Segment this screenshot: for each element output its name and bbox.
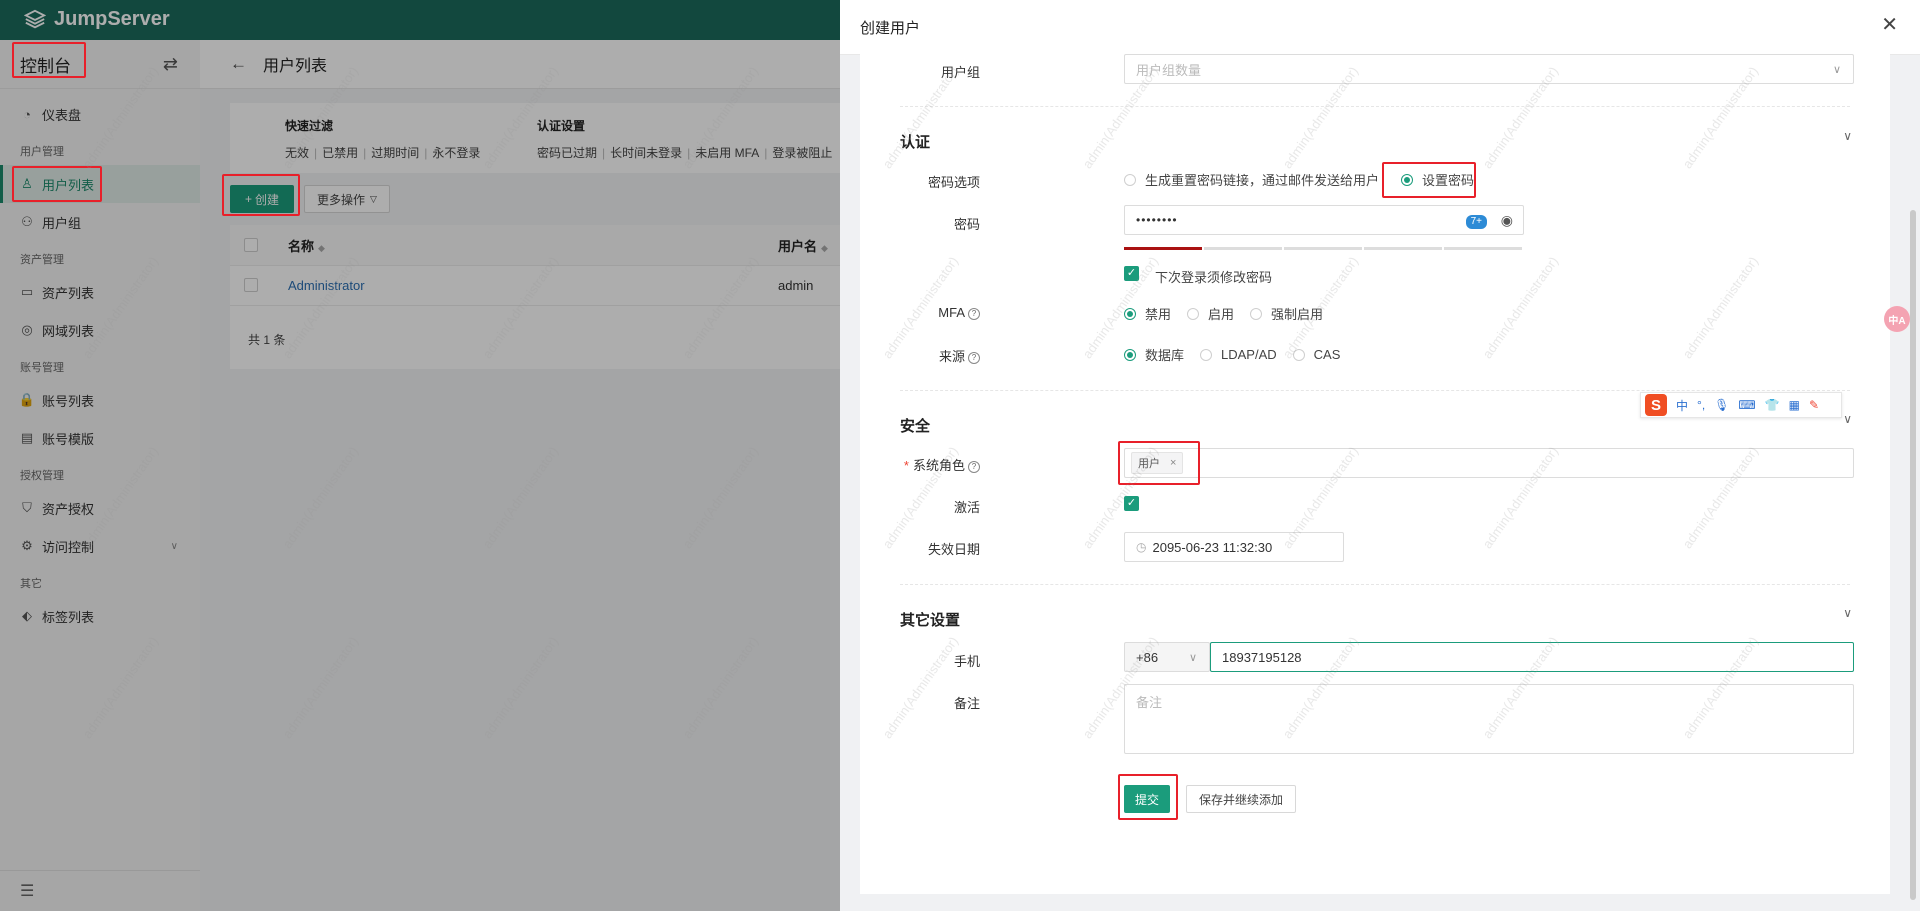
ime-punctuation-icon[interactable]: °,	[1697, 398, 1705, 412]
close-icon[interactable]: ✕	[1881, 15, 1898, 35]
section-divider	[900, 390, 1850, 391]
modal-overlay[interactable]	[0, 0, 840, 911]
ime-tool-icon[interactable]: ✎	[1809, 398, 1819, 412]
radio-label: 强制启用	[1271, 307, 1324, 322]
radio-label: 启用	[1208, 307, 1235, 322]
chevron-down-icon: ∨	[1832, 63, 1841, 76]
password-option-label: 密码选项	[927, 175, 980, 190]
password-value: ••••••••	[1136, 213, 1178, 227]
expire-date-label: 失效日期	[927, 542, 980, 557]
mfa-radio-1[interactable]: 启用	[1187, 304, 1234, 323]
security-section-title: 安全	[900, 418, 931, 435]
note-textarea[interactable]: 备注	[1124, 684, 1854, 754]
phone-label: 手机	[953, 654, 980, 669]
ime-grid-icon[interactable]: ▦	[1789, 398, 1800, 412]
user-group-placeholder: 用户组数量	[1136, 62, 1202, 78]
chevron-down-icon: ∨	[1188, 651, 1197, 664]
password-label: 密码	[953, 217, 980, 232]
radio-dot	[1124, 348, 1136, 361]
ime-skin-icon[interactable]: 👕	[1765, 398, 1780, 412]
strength-segment	[1124, 247, 1202, 250]
sogou-ime-logo-icon[interactable]: S	[1645, 394, 1667, 416]
ime-chinese-mode[interactable]: 中	[1676, 397, 1688, 414]
mfa-radio-0[interactable]: 禁用	[1124, 304, 1171, 323]
active-label: 激活	[953, 500, 980, 515]
ime-toolbar[interactable]: S 中 °, 🎙 ⌨ 👕 ▦ ✎	[1640, 392, 1842, 418]
radio-label: 数据库	[1145, 348, 1185, 363]
other-section-title: 其它设置	[900, 612, 961, 629]
password-length-badge: 7+	[1465, 215, 1487, 229]
must-change-password-checkbox[interactable]: ✓	[1124, 266, 1139, 281]
submit-button[interactable]: 提交	[1124, 785, 1170, 813]
active-checkbox[interactable]: ✓	[1124, 496, 1139, 511]
password-input[interactable]: •••••••• 7+ ◉	[1124, 205, 1524, 235]
strength-segment	[1204, 247, 1282, 250]
note-placeholder: 备注	[1136, 695, 1163, 710]
drawer-scrollbar[interactable]	[1910, 210, 1916, 900]
radio-reset-password-link[interactable]: 生成重置密码链接，通过邮件发送给用户	[1124, 170, 1379, 189]
radio-dot	[1292, 348, 1305, 361]
other-collapse-chevron-icon[interactable]: ∨	[1843, 606, 1852, 620]
radio-dot	[1250, 307, 1263, 320]
auth-section-title: 认证	[900, 134, 931, 151]
radio-dot	[1124, 307, 1136, 320]
source-radio-group: 数据库 LDAP/AD CAS	[1124, 345, 1356, 364]
phone-code-select[interactable]: +86 ∨	[1124, 642, 1210, 672]
role-tag: 用户 ×	[1131, 452, 1184, 474]
translate-icon[interactable]: 中A	[1884, 306, 1910, 332]
help-icon: ?	[968, 461, 980, 473]
mfa-radio-group: 禁用 启用 强制启用	[1124, 304, 1339, 323]
help-icon: ?	[968, 308, 980, 320]
ime-keyboard-icon[interactable]: ⌨	[1738, 398, 1755, 412]
radio-label: CAS	[1313, 347, 1341, 362]
source-radio-0[interactable]: 数据库	[1124, 345, 1184, 364]
strength-segment	[1444, 247, 1522, 250]
security-collapse-chevron-icon[interactable]: ∨	[1843, 412, 1852, 426]
expire-date-picker[interactable]: ◷ 2095-06-23 11:32:30	[1124, 532, 1344, 562]
must-change-password-label: 下次登录须修改密码	[1155, 270, 1273, 285]
strength-segment	[1284, 247, 1362, 250]
eye-off-icon[interactable]: ◉	[1501, 212, 1513, 229]
source-radio-2[interactable]: CAS	[1292, 345, 1341, 364]
mfa-label: MFA?	[860, 305, 980, 320]
radio-label: 禁用	[1145, 307, 1172, 322]
drawer-header: 创建用户 ✕	[840, 0, 1920, 55]
ime-microphone-icon[interactable]: 🎙	[1714, 398, 1729, 412]
source-label: 来源?	[860, 346, 980, 365]
drawer-title: 创建用户	[860, 19, 921, 37]
phone-value: 18937195128	[1222, 649, 1302, 665]
note-label: 备注	[953, 696, 980, 711]
auth-collapse-chevron-icon[interactable]: ∨	[1843, 129, 1852, 143]
section-divider	[900, 106, 1850, 107]
phone-code-value: +86	[1136, 649, 1159, 665]
strength-segment	[1364, 247, 1442, 250]
radio-label: LDAP/AD	[1221, 347, 1277, 362]
help-icon: ?	[968, 352, 980, 364]
radio-set-password[interactable]: 设置密码	[1401, 170, 1474, 189]
radio-dot	[1187, 307, 1200, 320]
remove-tag-icon[interactable]: ×	[1170, 457, 1176, 469]
system-role-select[interactable]: 用户 ×	[1124, 448, 1854, 478]
save-and-continue-button[interactable]: 保存并继续添加	[1186, 785, 1296, 813]
source-radio-1[interactable]: LDAP/AD	[1200, 345, 1277, 364]
phone-input[interactable]: 18937195128	[1210, 642, 1854, 672]
user-group-select[interactable]: 用户组数量 ∨	[1124, 54, 1854, 84]
mfa-radio-2[interactable]: 强制启用	[1250, 304, 1323, 323]
radio-dot	[1200, 348, 1213, 361]
user-group-label: 用户组	[940, 65, 980, 80]
password-option-group: 生成重置密码链接，通过邮件发送给用户 设置密码	[1124, 170, 1490, 189]
section-divider	[900, 584, 1850, 585]
system-role-label: * 系统角色?	[860, 455, 980, 474]
expire-date-value: 2095-06-23 11:32:30	[1152, 539, 1273, 555]
clock-icon: ◷	[1136, 540, 1147, 554]
create-user-form: 用户组 用户组数量 ∨ 认证 ∨ 密码选项 生成重置密码链接，通过邮件发送给用户…	[860, 54, 1890, 894]
